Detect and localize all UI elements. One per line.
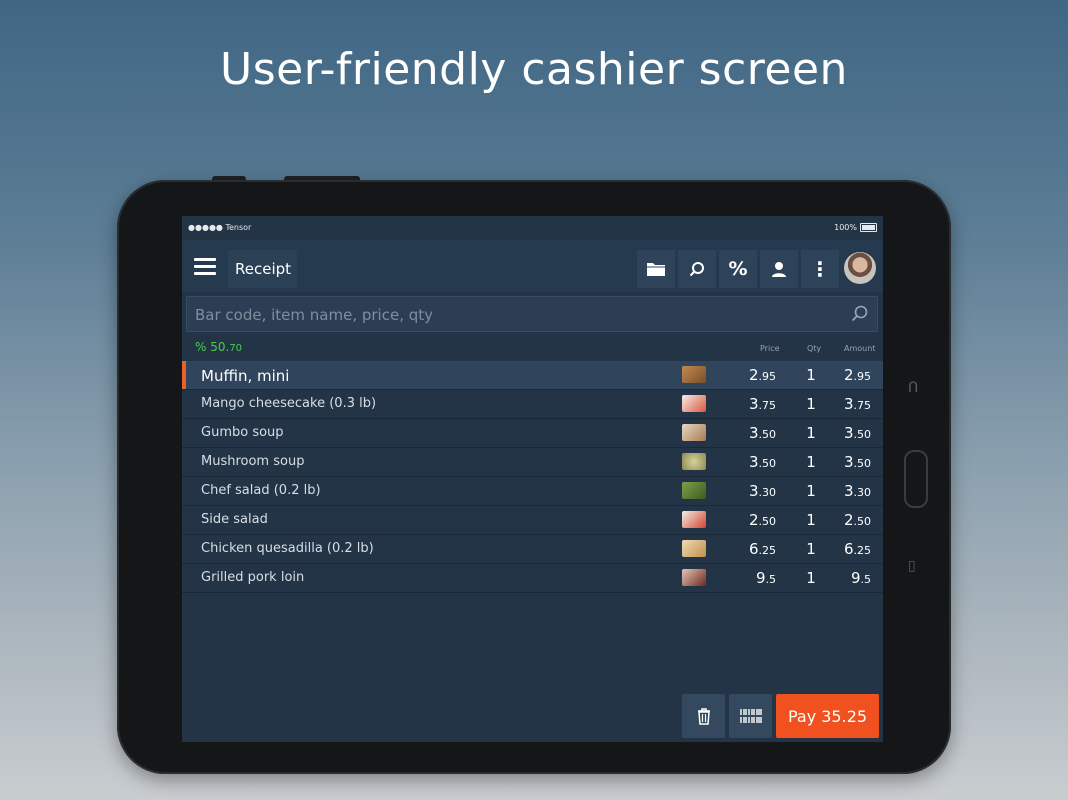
item-price: 3.50 — [748, 424, 776, 442]
item-name: Mango cheesecake (0.3 lb) — [201, 396, 377, 411]
item-name: Muffin, mini — [201, 367, 290, 385]
item-qty: 1 — [806, 366, 816, 384]
battery-icon — [860, 223, 877, 232]
bottom-actions: Pay 35.25 — [182, 694, 883, 738]
item-price: 3.75 — [748, 395, 776, 413]
list-item[interactable]: Side salad 2.50 1 2.50 — [182, 506, 883, 535]
battery-percent: 100% — [834, 223, 857, 232]
barcode-icon — [739, 709, 762, 723]
pay-button[interactable]: Pay 35.25 — [776, 694, 879, 738]
carrier-label: ●●●●● Tensor — [188, 223, 252, 232]
item-price: 9.5 — [755, 569, 776, 587]
item-amount: 2.95 — [843, 366, 871, 384]
percent-icon: % — [728, 258, 748, 280]
item-amount: 3.75 — [843, 395, 871, 413]
search-icon[interactable] — [851, 305, 869, 323]
search-icon — [689, 262, 704, 277]
item-name: Mushroom soup — [201, 454, 305, 469]
discount-total[interactable]: % 50.70 — [195, 340, 242, 354]
item-amount: 2.50 — [843, 511, 871, 529]
folder-icon — [647, 263, 665, 276]
tablet-camera-icon: ᑎ — [908, 380, 919, 396]
app-screen: ●●●●● Tensor 100% Receipt % ⋮ % 50.70 — [182, 216, 883, 742]
item-thumbnail — [682, 569, 706, 586]
item-amount: 9.5 — [850, 569, 871, 587]
item-qty: 1 — [806, 511, 816, 529]
page-title: Receipt — [228, 250, 298, 288]
delete-button[interactable] — [682, 694, 725, 738]
barcode-button[interactable] — [729, 694, 772, 738]
headline: User-friendly cashier screen — [220, 44, 848, 95]
column-amount: Amount — [844, 344, 876, 353]
trash-icon — [697, 708, 710, 725]
list-item[interactable]: Muffin, mini 2.95 1 2.95 — [182, 361, 883, 390]
item-qty: 1 — [806, 569, 816, 587]
item-qty: 1 — [806, 424, 816, 442]
discount-button[interactable]: % — [719, 250, 757, 288]
item-amount: 3.50 — [843, 453, 871, 471]
item-name: Chef salad (0.2 lb) — [201, 483, 321, 498]
avatar[interactable] — [844, 252, 876, 284]
more-vert-icon: ⋮ — [810, 257, 830, 281]
item-qty: 1 — [806, 395, 816, 413]
item-thumbnail — [682, 540, 706, 557]
discount-main: % 50. — [195, 340, 230, 354]
column-qty: Qty — [807, 344, 822, 353]
item-price: 3.50 — [748, 453, 776, 471]
user-icon — [772, 262, 786, 277]
status-bar: ●●●●● Tensor 100% — [182, 216, 883, 240]
selected-indicator — [182, 361, 186, 389]
item-price: 3.30 — [748, 482, 776, 500]
list-item[interactable]: Mango cheesecake (0.3 lb) 3.75 1 3.75 — [182, 390, 883, 419]
list-item[interactable]: Gumbo soup 3.50 1 3.50 — [182, 419, 883, 448]
item-qty: 1 — [806, 482, 816, 500]
list-item[interactable]: Chef salad (0.2 lb) 3.30 1 3.30 — [182, 477, 883, 506]
item-qty: 1 — [806, 453, 816, 471]
item-price: 6.25 — [748, 540, 776, 558]
item-qty: 1 — [806, 540, 816, 558]
discount-sub: 70 — [229, 343, 243, 354]
battery-indicator: 100% — [834, 223, 877, 232]
search-input[interactable] — [187, 297, 837, 333]
search-button[interactable] — [678, 250, 716, 288]
list-item[interactable]: Mushroom soup 3.50 1 3.50 — [182, 448, 883, 477]
item-amount: 3.50 — [843, 424, 871, 442]
item-thumbnail — [682, 511, 706, 528]
item-thumbnail — [682, 424, 706, 441]
column-price: Price — [760, 344, 780, 353]
customer-button[interactable] — [760, 250, 798, 288]
item-thumbnail — [682, 395, 706, 412]
item-thumbnail — [682, 482, 706, 499]
tablet-sensor-icon: ▯ — [908, 558, 916, 574]
item-name: Grilled pork loin — [201, 570, 305, 585]
receipt-list: Muffin, mini 2.95 1 2.95 Mango cheesecak… — [182, 361, 883, 593]
item-name: Gumbo soup — [201, 425, 284, 440]
search-bar — [186, 296, 878, 333]
list-item[interactable]: Chicken quesadilla (0.2 lb) 6.25 1 6.25 — [182, 535, 883, 564]
item-price: 2.95 — [748, 366, 776, 384]
column-header: % 50.70 Price Qty Amount — [182, 336, 883, 360]
item-amount: 6.25 — [843, 540, 871, 558]
top-bar: Receipt % ⋮ — [182, 240, 883, 292]
folder-button[interactable] — [637, 250, 675, 288]
item-name: Chicken quesadilla (0.2 lb) — [201, 541, 374, 556]
tablet-home-button — [904, 450, 928, 508]
item-thumbnail — [682, 366, 706, 383]
item-amount: 3.30 — [843, 482, 871, 500]
menu-icon[interactable] — [194, 258, 216, 276]
item-name: Side salad — [201, 512, 268, 527]
more-button[interactable]: ⋮ — [801, 250, 839, 288]
item-thumbnail — [682, 453, 706, 470]
item-price: 2.50 — [748, 511, 776, 529]
list-item[interactable]: Grilled pork loin 9.5 1 9.5 — [182, 564, 883, 593]
